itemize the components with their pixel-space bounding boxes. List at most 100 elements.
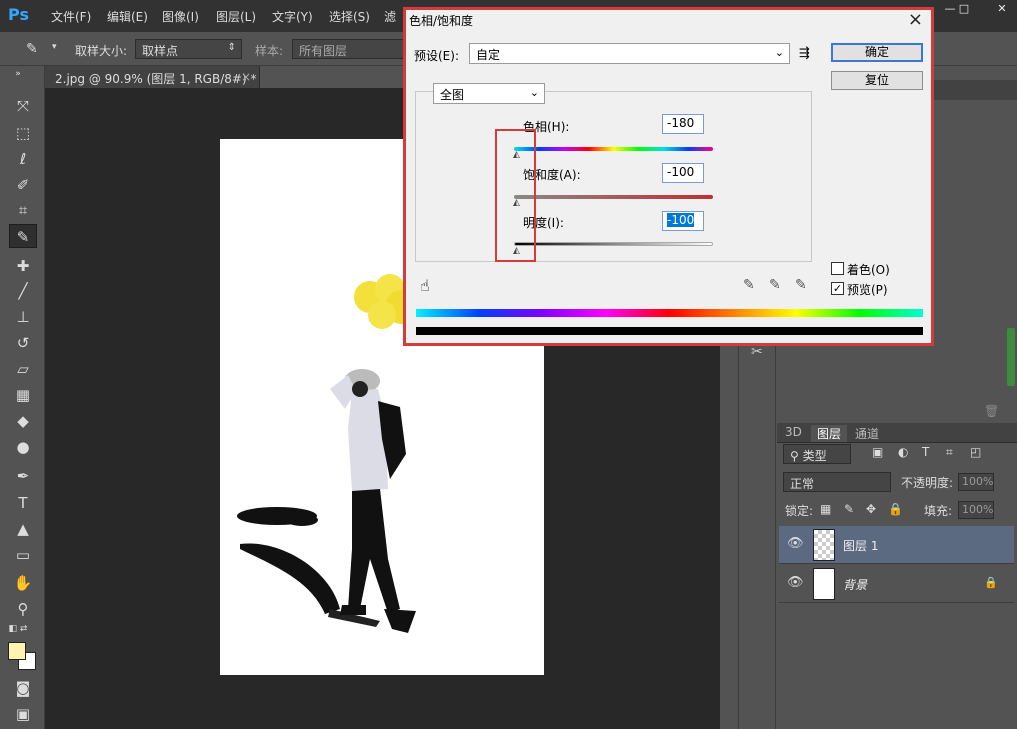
blur-tool-icon[interactable]: ◆ — [9, 409, 37, 433]
default-colors-icon[interactable]: ◧ ⇄ — [4, 622, 32, 636]
tab-channels[interactable]: 通道 — [849, 425, 885, 442]
sample-label: 样本: — [255, 44, 284, 58]
pixel-filter-icon[interactable]: ▣ — [872, 445, 883, 459]
menu-file[interactable]: 文件(F) — [51, 8, 91, 25]
close-window-icon[interactable]: ✕ — [990, 2, 1014, 18]
tab-close-icon[interactable]: × — [241, 70, 251, 84]
saturation-input[interactable]: -100 — [662, 163, 704, 183]
screen-mode-icon[interactable]: ▣ — [9, 702, 37, 726]
targeted-adjustment-hand-icon[interactable]: ☝ — [420, 276, 430, 295]
dialog-title: 色相/饱和度 — [409, 14, 474, 28]
pen-tool-icon[interactable]: ✒ — [9, 464, 37, 488]
layer-row[interactable]: 👁 图层 1 — [779, 526, 1014, 564]
lock-pixels-icon[interactable]: ✎ — [844, 502, 854, 516]
layer-name[interactable]: 图层 1 — [843, 537, 878, 554]
fill-input[interactable]: 100% — [958, 501, 994, 519]
dodge-tool-icon[interactable]: ● — [9, 435, 37, 459]
layer-name[interactable]: 背景 — [843, 576, 867, 593]
document-tab[interactable]: 2.jpg @ 90.9% (图层 1, RGB/8#) * × — [45, 66, 260, 88]
menu-filter[interactable]: 滤 — [384, 8, 396, 25]
channel-value: 全图 — [440, 88, 465, 102]
opacity-label: 不透明度: — [901, 476, 954, 490]
output-color-spectrum — [416, 327, 923, 335]
tab-3d[interactable]: 3D — [779, 425, 808, 439]
layers-panel-tabs: 3D 图层 通道 — [777, 423, 1017, 443]
preset-options-icon[interactable]: ⇶ — [799, 46, 810, 61]
preset-select[interactable]: 自定 ⌄ — [469, 43, 790, 64]
add-to-sample-icon[interactable]: ✎ — [769, 277, 781, 293]
path-select-tool-icon[interactable]: ▲ — [9, 517, 37, 541]
document-title: 2.jpg @ 90.9% (图层 1, RGB/8#) * — [55, 72, 257, 86]
eye-icon[interactable]: 👁 — [787, 575, 804, 590]
zoom-tool-icon[interactable]: ⚲ — [9, 597, 37, 621]
quick-mask-icon[interactable]: ◙ — [9, 676, 37, 700]
brush-tool-icon[interactable]: ╱ — [9, 279, 37, 303]
channel-select[interactable]: 全图 ⌄ — [433, 83, 545, 104]
smart-object-filter-icon[interactable]: ◰ — [970, 445, 981, 459]
chevron-down-icon: ⌄ — [774, 46, 784, 59]
type-filter-icon[interactable]: T — [922, 445, 929, 459]
lightness-slider-track[interactable] — [514, 242, 713, 246]
lasso-tool-icon[interactable]: ℓ — [9, 147, 37, 171]
foreground-color-swatch[interactable] — [8, 642, 26, 660]
menu-image[interactable]: 图像(I) — [162, 8, 199, 25]
saturation-slider-track[interactable] — [514, 195, 713, 199]
eyedropper-tool-icon[interactable]: ✎ — [9, 224, 37, 248]
layer-filter-select[interactable]: ⚲ 类型 — [783, 444, 851, 464]
layer-row[interactable]: 👁 背景 🔒 — [779, 565, 1014, 603]
tab-layers[interactable]: 图层 — [811, 425, 848, 442]
dialog-close-icon[interactable]: × — [908, 9, 923, 30]
ok-button[interactable]: 确定 — [831, 43, 923, 62]
eraser-tool-icon[interactable]: ▱ — [9, 357, 37, 381]
subtract-from-sample-icon[interactable]: ✎ — [795, 277, 807, 293]
chevron-down-icon: ⌄ — [529, 86, 539, 99]
gradient-tool-icon[interactable]: ▦ — [9, 383, 37, 407]
sample-size-select[interactable]: 取样点 ⇕ — [135, 39, 242, 59]
lock-transparency-icon[interactable]: ▦ — [820, 502, 831, 516]
lightness-input[interactable]: -100 — [662, 211, 704, 231]
layer-thumbnail — [813, 529, 835, 561]
eye-icon[interactable]: 👁 — [787, 536, 804, 551]
eyedropper-tool-icon[interactable]: ✎ — [26, 41, 38, 57]
shape-filter-icon[interactable]: ⌗ — [946, 445, 953, 460]
crop-tool-icon[interactable]: ⌗ — [9, 198, 37, 222]
shape-tool-icon[interactable]: ▭ — [9, 543, 37, 567]
hue-input[interactable]: -180 — [662, 114, 704, 134]
preview-label[interactable]: 预览(P) — [847, 281, 888, 298]
adjustment-group — [415, 91, 812, 262]
eyedropper-icon[interactable]: ✎ — [743, 277, 755, 293]
lock-position-icon[interactable]: ✥ — [866, 502, 876, 516]
lock-all-icon[interactable]: 🔒 — [888, 502, 903, 516]
adjustment-filter-icon[interactable]: ◐ — [898, 445, 908, 459]
menu-layer[interactable]: 图层(L) — [216, 8, 256, 25]
type-tool-icon[interactable]: T — [9, 491, 37, 515]
reset-button[interactable]: 复位 — [831, 71, 923, 90]
sample-value: 所有图层 — [299, 44, 348, 58]
move-tool-icon[interactable]: ⤧ — [9, 94, 37, 118]
trash-icon[interactable]: 🗑 — [984, 404, 999, 418]
hand-tool-icon[interactable]: ✋ — [9, 571, 37, 595]
panel-scrollbar[interactable] — [1007, 328, 1015, 386]
maximize-icon[interactable]: □ — [952, 2, 976, 18]
tool-preset-chevron-icon[interactable]: ▾ — [52, 42, 57, 52]
history-brush-tool-icon[interactable]: ↺ — [9, 331, 37, 355]
clone-stamp-tool-icon[interactable]: ⊥ — [9, 305, 37, 329]
quick-select-tool-icon[interactable]: ✐ — [9, 173, 37, 197]
opacity-input[interactable]: 100% — [958, 473, 994, 491]
hue-slider-track[interactable] — [514, 147, 713, 151]
colorize-checkbox[interactable] — [831, 262, 844, 275]
sample-select[interactable]: 所有图层 — [292, 39, 404, 59]
panel-tool-icon[interactable]: ✂ — [751, 344, 763, 360]
blend-mode-select[interactable]: 正常 — [783, 472, 891, 492]
preset-value: 自定 — [476, 48, 501, 62]
sample-size-value: 取样点 — [142, 44, 179, 58]
healing-brush-tool-icon[interactable]: ✚ — [9, 254, 37, 278]
menu-edit[interactable]: 编辑(E) — [107, 8, 148, 25]
search-icon: ⚲ — [790, 449, 803, 463]
preview-checkbox[interactable]: ✓ — [831, 282, 844, 295]
marquee-tool-icon[interactable]: ⬚ — [9, 121, 37, 145]
menu-select[interactable]: 选择(S) — [329, 8, 370, 25]
panel-collapse-icon[interactable]: » — [4, 68, 32, 80]
colorize-label[interactable]: 着色(O) — [847, 261, 890, 278]
menu-type[interactable]: 文字(Y) — [272, 8, 313, 25]
